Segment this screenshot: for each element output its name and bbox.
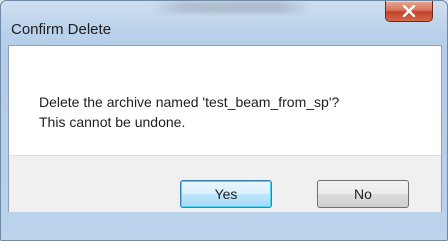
message: Delete the archive named 'test_beam_from…: [39, 92, 339, 132]
message-line-2: This cannot be undone.: [39, 114, 186, 130]
confirm-delete-dialog: Confirm Delete Delete the archive named …: [0, 0, 448, 241]
yes-button[interactable]: Yes: [180, 180, 272, 208]
button-bar: Yes No: [9, 155, 441, 212]
close-icon: [402, 5, 416, 17]
dialog-title: Confirm Delete: [11, 21, 112, 38]
background-window-title-ghost: [151, 1, 311, 13]
dialog-content: Delete the archive named 'test_beam_from…: [8, 45, 442, 212]
no-button[interactable]: No: [317, 180, 409, 208]
close-button[interactable]: [385, 1, 433, 22]
message-line-1: Delete the archive named 'test_beam_from…: [39, 94, 340, 110]
